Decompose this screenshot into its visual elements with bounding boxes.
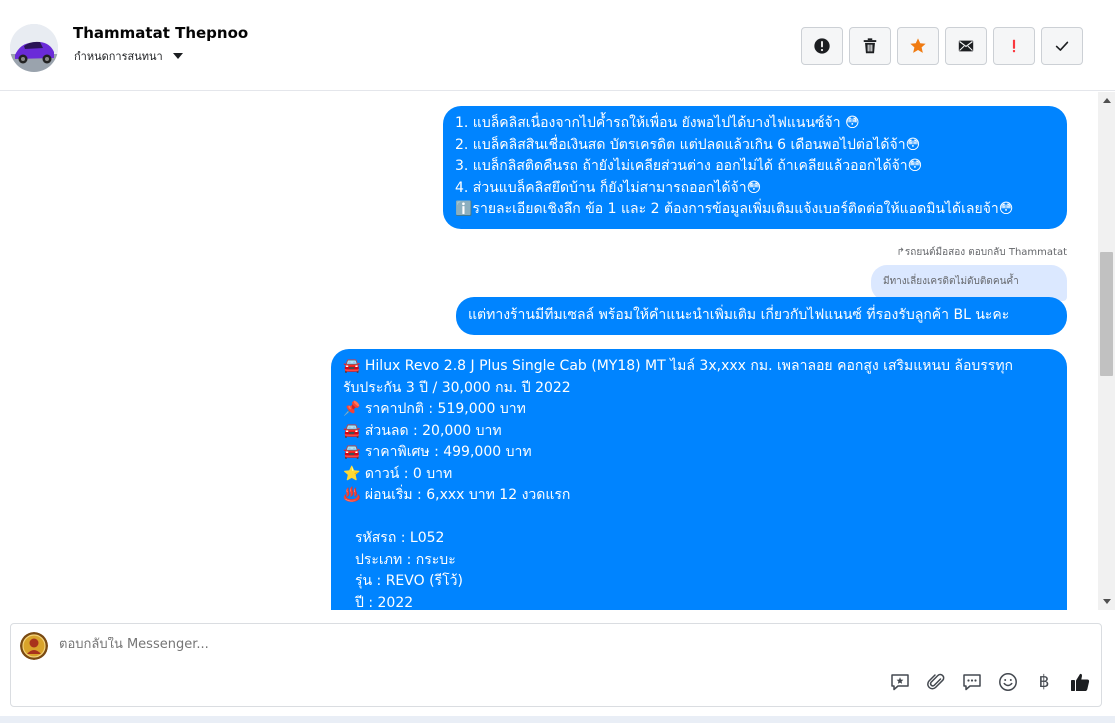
scroll-up-arrow-icon[interactable] bbox=[1098, 92, 1115, 109]
emoji-button[interactable] bbox=[997, 671, 1019, 693]
follow-up-button[interactable] bbox=[993, 27, 1035, 65]
message-line: 4. ส่วนแบล็คลิสยึดบ้าน ก็ยังไม่สามารถออก… bbox=[455, 179, 762, 196]
message-line: ℹ️รายละเอียดเชิงลึก ข้อ 1 และ 2 ต้องการข… bbox=[455, 201, 1014, 217]
saved-reply-icon bbox=[891, 674, 909, 691]
message-bubble-blacklist-info[interactable]: 1. แบล็คลิสเนื่องจากไปค้ำรถให้เพื่อน ยัง… bbox=[443, 106, 1067, 229]
scroll-thumb[interactable] bbox=[1100, 252, 1113, 376]
message-line: 1. แบล็คลิสเนื่องจากไปค้ำรถให้เพื่อน ยัง… bbox=[455, 115, 860, 131]
message-bubble-car-listing[interactable]: 🚘 Hilux Revo 2.8 J Plus Single Cab (MY18… bbox=[331, 349, 1067, 610]
listing-discount: 🚘 ส่วนลด : 20,000 บาท bbox=[343, 422, 502, 439]
message-composer: ฿ bbox=[10, 623, 1102, 707]
reply-metadata: ↱รถยนต์มือสอง ตอบกลับ Thammatat bbox=[896, 247, 1067, 258]
listing-warranty-line: รับประกัน 3 ปี / 30,000 กม. ปี 2022 bbox=[343, 379, 571, 396]
message-bubble-sales-team[interactable]: แต่ทางร้านมีทีมเซลล์ พร้อมให้คำแนะนำเพิ่… bbox=[456, 297, 1067, 335]
attach-button[interactable] bbox=[925, 671, 947, 693]
baht-icon: ฿ bbox=[1038, 672, 1050, 692]
exclamation-icon bbox=[1012, 39, 1016, 53]
exclamation-circle-icon bbox=[814, 38, 830, 54]
listing-installment: ♨️ ผ่อนเริ่ม : 6,xxx บาท 12 งวดแรก bbox=[343, 487, 571, 503]
assign-label: กำหนดการสนทนา bbox=[74, 50, 163, 63]
payment-button[interactable]: ฿ bbox=[1033, 671, 1055, 693]
mark-done-button[interactable] bbox=[1041, 27, 1083, 65]
conversation-toolbar bbox=[801, 27, 1083, 65]
listing-car-year: ปี : 2022 bbox=[355, 594, 414, 611]
message-line: 2. แบล็คลิสสินเชื่อเงินสด บัตรเครดิต แต่… bbox=[455, 136, 921, 153]
listing-car-model: รุ่น : REVO (รีโว้) bbox=[355, 573, 463, 589]
like-button[interactable] bbox=[1069, 671, 1091, 693]
caret-down-icon bbox=[172, 53, 183, 59]
message-line: 3. แบล็กลิสติดคืนรถ ถ้ายังไม่เคลียส่วนต่… bbox=[455, 158, 923, 174]
attachment-icon bbox=[927, 673, 945, 690]
listing-normal-price: 📌 ราคาปกติ : 519,000 บาท bbox=[343, 401, 526, 417]
mark-spam-button[interactable] bbox=[801, 27, 843, 65]
star-button[interactable] bbox=[897, 27, 939, 65]
emoji-icon bbox=[999, 673, 1017, 691]
contact-avatar[interactable] bbox=[10, 24, 58, 72]
thread-scrollbar[interactable] bbox=[1098, 92, 1115, 610]
scroll-down-arrow-icon[interactable] bbox=[1098, 593, 1115, 610]
delete-button[interactable] bbox=[849, 27, 891, 65]
listing-car-code: รหัสรถ : L052 bbox=[355, 530, 445, 546]
contact-name[interactable]: Thammatat Thepnoo bbox=[73, 24, 248, 42]
listing-title-line: 🚘 Hilux Revo 2.8 J Plus Single Cab (MY18… bbox=[343, 358, 1014, 374]
conversation-header: Thammatat Thepnoo กำหนดการสนทนา bbox=[0, 0, 1115, 91]
reply-input[interactable] bbox=[59, 637, 959, 652]
like-icon bbox=[1071, 673, 1090, 691]
mark-unread-button[interactable] bbox=[945, 27, 987, 65]
listing-car-type: ประเภท : กระบะ bbox=[355, 551, 456, 568]
saved-reply-button[interactable] bbox=[889, 671, 911, 693]
page-avatar bbox=[20, 632, 48, 660]
listing-down-payment: ⭐ ดาวน์ : 0 บาท bbox=[343, 465, 453, 482]
message-thread: 1. แบล็คลิสเนื่องจากไปค้ำรถให้เพื่อน ยัง… bbox=[0, 92, 1098, 610]
checkmark-icon bbox=[1055, 41, 1069, 51]
assign-conversation-dropdown[interactable]: กำหนดการสนทนา bbox=[74, 47, 183, 65]
listing-special-price: 🚘 ราคาพิเศษ : 499,000 บาท bbox=[343, 444, 532, 460]
trash-icon bbox=[863, 38, 877, 54]
envelope-icon bbox=[958, 40, 974, 52]
star-icon bbox=[910, 38, 926, 53]
bottom-strip bbox=[0, 716, 1115, 723]
chat-bubble-icon bbox=[963, 674, 981, 691]
comment-button[interactable] bbox=[961, 671, 983, 693]
quoted-message[interactable]: มีทางเลี่ยงเครดิตไม่ดับติดคนค้ำ bbox=[871, 265, 1067, 301]
composer-actions: ฿ bbox=[889, 671, 1091, 693]
